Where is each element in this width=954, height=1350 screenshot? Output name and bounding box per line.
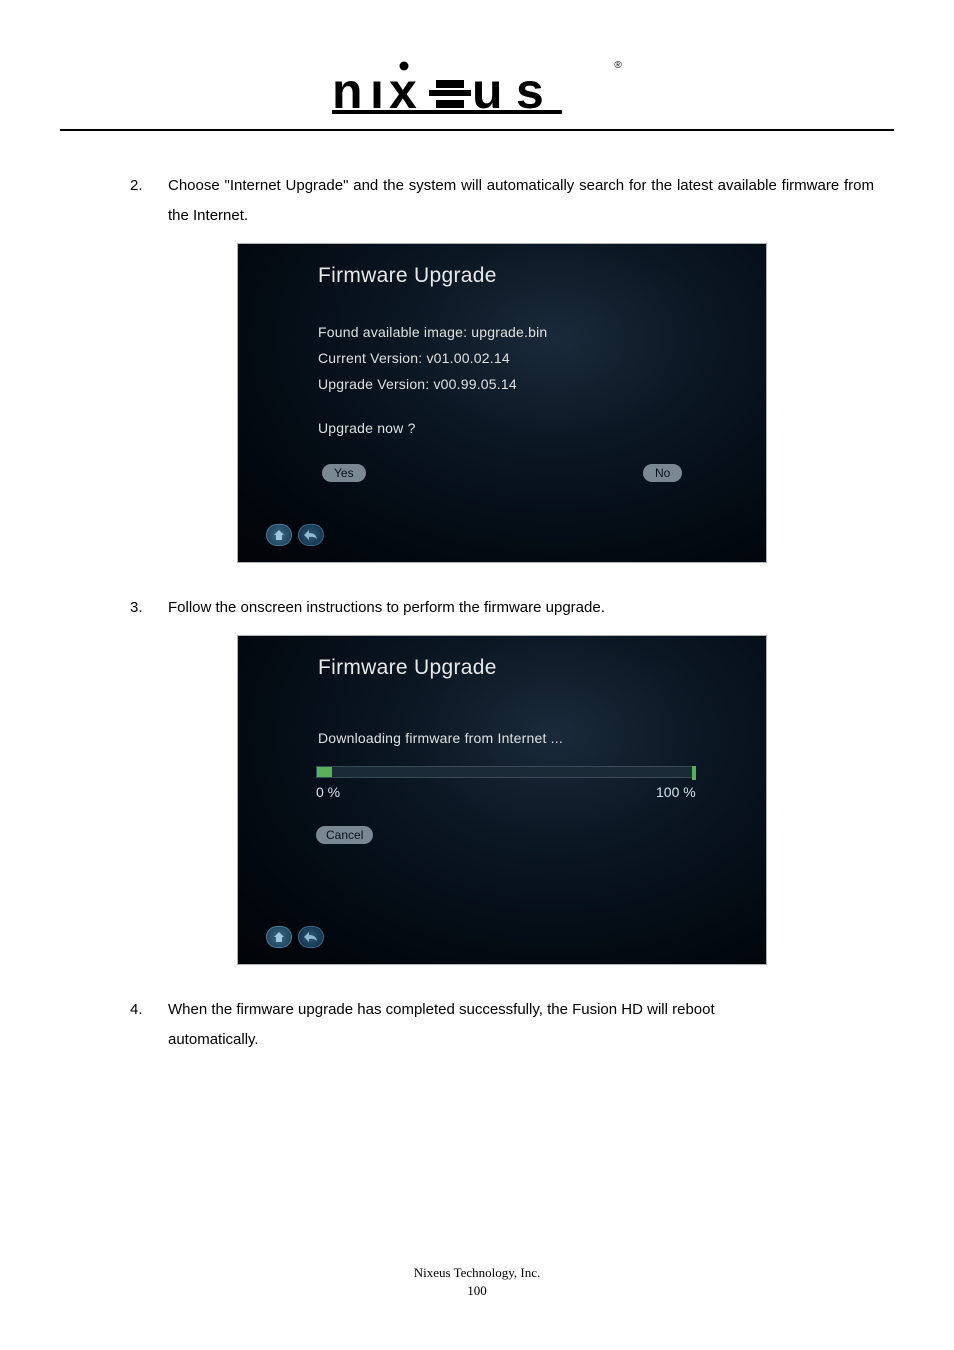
- cancel-button[interactable]: Cancel: [316, 826, 373, 844]
- step-number: 3.: [130, 593, 152, 623]
- step-3: 3. Follow the onscreen instructions to p…: [130, 593, 874, 965]
- header-divider: [60, 129, 894, 131]
- progress-bar: [316, 766, 696, 778]
- no-button[interactable]: No: [643, 464, 682, 482]
- step-text: Choose "Internet Upgrade" and the system…: [168, 171, 874, 231]
- step-text-line2: automatically.: [168, 1031, 259, 1048]
- current-version-text: Current Version: v01.00.02.14: [318, 350, 510, 366]
- back-icon[interactable]: [298, 524, 324, 546]
- step-text: Follow the onscreen instructions to perf…: [168, 593, 605, 623]
- step-4: 4. When the firmware upgrade has complet…: [130, 995, 874, 1055]
- upgrade-version-text: Upgrade Version: v00.99.05.14: [318, 376, 517, 392]
- progress-fill: [317, 767, 332, 777]
- svg-text:ı: ı: [370, 63, 382, 116]
- svg-text:u: u: [472, 63, 501, 116]
- back-icon[interactable]: [298, 926, 324, 948]
- downloading-text: Downloading firmware from Internet ...: [318, 730, 563, 746]
- progress-end-indicator: [692, 766, 696, 780]
- footer-page-number: 100: [60, 1282, 894, 1300]
- step-number: 2.: [130, 171, 152, 231]
- home-icon[interactable]: [266, 524, 292, 546]
- yes-button[interactable]: Yes: [322, 464, 366, 482]
- logo-area: n ı x u s ®: [60, 60, 894, 121]
- svg-text:s: s: [516, 63, 542, 116]
- progress-hundred-label: 100 %: [656, 784, 696, 800]
- dialog-title: Firmware Upgrade: [318, 656, 497, 680]
- svg-text:n: n: [332, 63, 361, 116]
- step-text-line1: When the firmware upgrade has completed …: [168, 1001, 715, 1018]
- found-image-text: Found available image: upgrade.bin: [318, 324, 547, 340]
- svg-text:x: x: [389, 63, 417, 116]
- footer-company: Nixeus Technology, Inc.: [60, 1264, 894, 1282]
- progress-zero-label: 0 %: [316, 784, 340, 800]
- home-icon[interactable]: [266, 926, 292, 948]
- firmware-download-screenshot: Firmware Upgrade Downloading firmware fr…: [237, 635, 767, 965]
- step-number: 4.: [130, 995, 152, 1055]
- upgrade-now-prompt: Upgrade now ?: [318, 420, 416, 436]
- step-2: 2. Choose "Internet Upgrade" and the sys…: [130, 171, 874, 563]
- dialog-title: Firmware Upgrade: [318, 264, 497, 288]
- page-footer: Nixeus Technology, Inc. 100: [60, 1264, 894, 1310]
- registered-mark: ®: [614, 60, 621, 71]
- firmware-upgrade-confirm-screenshot: Firmware Upgrade Found available image: …: [237, 243, 767, 563]
- nixeus-logo: n ı x u s: [332, 60, 612, 121]
